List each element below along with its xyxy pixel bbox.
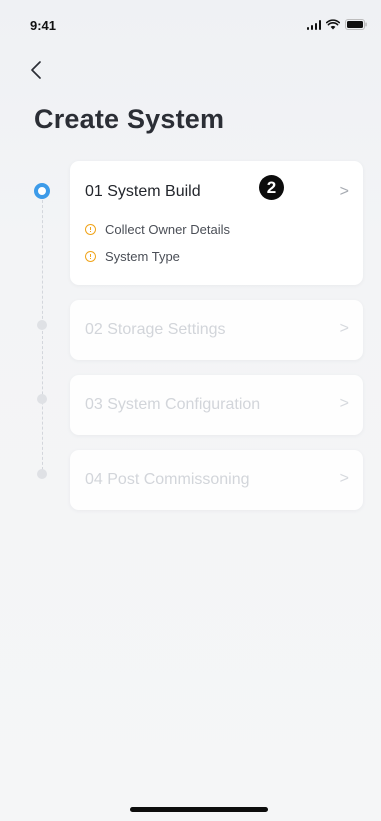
chevron-right-icon: > <box>339 183 349 200</box>
sub-item-system-type[interactable]: System Type <box>85 249 180 264</box>
chevron-right-icon: > <box>339 320 349 337</box>
warning-icon <box>85 251 96 262</box>
chevron-right-icon: > <box>339 395 349 412</box>
step-timeline-line <box>41 200 43 475</box>
home-indicator[interactable] <box>130 807 268 812</box>
chevron-right-icon: > <box>339 470 349 487</box>
wifi-icon <box>326 19 340 30</box>
warning-icon <box>85 224 96 235</box>
status-time: 9:41 <box>30 18 57 33</box>
step-card-storage-settings[interactable]: 02 Storage Settings > <box>70 300 363 360</box>
step-title: 03 System Configuration <box>85 396 261 413</box>
status-bar: 9:41 <box>0 0 381 50</box>
back-button[interactable] <box>28 56 50 84</box>
page-title: Create System <box>34 104 225 134</box>
chevron-left-icon <box>31 61 41 79</box>
step-title: 04 Post Commissoning <box>85 471 250 488</box>
create-system-screen: 9:41 Create System 01 System Build 2 > C… <box>0 0 381 821</box>
battery-icon <box>345 19 367 30</box>
step-title: 02 Storage Settings <box>85 321 226 338</box>
step-indicator-3 <box>37 394 47 404</box>
signal-icon <box>306 20 321 30</box>
step-card-system-configuration[interactable]: 03 System Configuration > <box>70 375 363 435</box>
status-icons <box>306 19 368 30</box>
step-count-badge: 2 <box>259 175 284 200</box>
sub-item-collect-owner-details[interactable]: Collect Owner Details <box>85 222 230 237</box>
step-card-post-commissioning[interactable]: 04 Post Commissoning > <box>70 450 363 510</box>
step-indicator-2 <box>37 320 47 330</box>
sub-item-label: Collect Owner Details <box>105 222 230 237</box>
sub-item-label: System Type <box>105 249 180 264</box>
step-card-system-build[interactable]: 01 System Build 2 > Collect Owner Detail… <box>70 161 363 285</box>
step-indicator-active <box>34 183 50 199</box>
step-indicator-4 <box>37 469 47 479</box>
step-title: 01 System Build <box>85 183 201 200</box>
